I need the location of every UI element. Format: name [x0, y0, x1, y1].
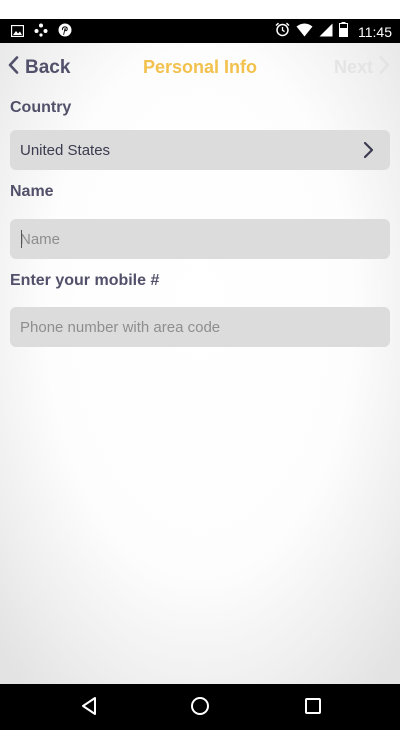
dots-icon: [34, 23, 48, 42]
country-selector[interactable]: United States: [10, 130, 390, 170]
name-label: Name: [10, 183, 54, 200]
pinterest-icon: [58, 23, 72, 42]
mobile-field-container: [10, 307, 390, 347]
name-input[interactable]: [10, 219, 390, 259]
signal-icon: [319, 23, 333, 42]
bottom-margin: [0, 730, 400, 750]
alarm-icon: [275, 22, 290, 42]
chevron-right-icon: [379, 56, 390, 79]
mobile-input[interactable]: [10, 307, 390, 347]
recents-square-icon[interactable]: [304, 696, 322, 721]
status-time: 11:45: [358, 24, 392, 40]
status-bar: 11:45: [0, 19, 400, 43]
next-label: Next: [333, 57, 373, 77]
mobile-label: Enter your mobile #: [10, 272, 160, 289]
navigation-header: Back Personal Info Next: [0, 43, 400, 93]
wifi-icon: [296, 23, 313, 42]
home-circle-icon[interactable]: [190, 696, 210, 721]
status-right-icons: 11:45: [275, 22, 392, 42]
back-triangle-icon[interactable]: [80, 696, 98, 721]
top-margin: [0, 0, 400, 19]
battery-icon: [339, 22, 348, 42]
system-navigation-bar: [0, 684, 400, 730]
chevron-right-icon: [362, 141, 374, 164]
name-field-container: [10, 219, 390, 259]
text-cursor: [21, 230, 22, 248]
personal-info-screen: Back Personal Info Next Country United S…: [0, 43, 400, 684]
country-label: Country: [10, 99, 72, 116]
status-left-icons: [10, 23, 72, 42]
next-button[interactable]: Next: [334, 56, 390, 79]
country-value: United States: [20, 142, 111, 159]
image-icon: [10, 24, 25, 42]
